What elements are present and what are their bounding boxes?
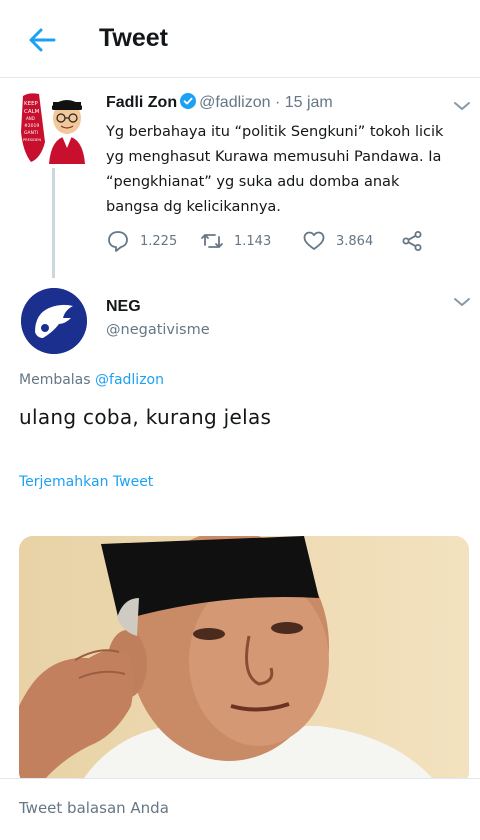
reply-composer[interactable]: Tweet balasan Anda (0, 778, 480, 840)
replying-to-mention[interactable]: @fadlizon (95, 372, 164, 388)
avatar-text-1: KEEP (24, 101, 39, 107)
tweet-actions: 1.225 1.143 3.864 (106, 228, 436, 254)
reply-input[interactable]: Tweet balasan Anda (19, 799, 169, 817)
reply-author-name[interactable]: NEG (106, 298, 141, 316)
avatar-fadli-zon[interactable]: KEEP CALM AND #2019 GANTI PRESIDEN (19, 92, 87, 164)
neg-logo-icon (21, 288, 87, 354)
heart-icon (303, 231, 325, 250)
top-bar: Tweet (0, 0, 480, 78)
avatar-text-4: #2019 (24, 123, 39, 129)
retweet-action[interactable]: 1.143 (200, 228, 271, 254)
avatar-text-3: AND (26, 116, 35, 121)
like-action[interactable]: 3.864 (302, 228, 373, 254)
thread-line (52, 168, 55, 278)
reply-tweet-text: ulang coba, kurang jelas (19, 405, 272, 429)
tweet-time: 15 jam (284, 94, 333, 111)
reply-action[interactable]: 1.225 (106, 228, 177, 254)
author-handle[interactable]: @fadlizon (199, 94, 270, 111)
translate-tweet-link[interactable]: Terjemahkan Tweet (19, 474, 153, 490)
avatar-text-5: GANTI (24, 130, 38, 136)
like-count: 3.864 (336, 233, 374, 249)
photo-image (19, 536, 469, 786)
avatar-negativisme[interactable] (21, 288, 87, 354)
page-title: Tweet (99, 24, 168, 52)
tweet-text: Yg berbahaya itu “politik Sengkuni” toko… (106, 124, 444, 215)
back-arrow-icon[interactable] (24, 22, 60, 58)
retweet-icon (201, 234, 223, 248)
tweet-photo[interactable] (19, 536, 469, 786)
retweet-count: 1.143 (234, 233, 272, 249)
share-icon (402, 231, 422, 251)
chevron-down-icon[interactable] (453, 100, 471, 112)
replying-to-line: Membalas @fadlizon (19, 372, 164, 388)
avatar-text-2: CALM (24, 109, 40, 115)
avatar-text-6: PRESIDEN (23, 138, 41, 142)
share-action[interactable] (400, 228, 434, 254)
reply-count: 1.225 (140, 233, 178, 249)
reply-author-handle[interactable]: @negativisme (106, 322, 210, 338)
dot-separator: · (274, 94, 281, 111)
reply-chevron-down-icon[interactable] (453, 296, 471, 308)
replying-prefix: Membalas (19, 372, 91, 388)
verified-badge-icon (180, 93, 197, 109)
tweet-header: Fadli Zon @fadlizon · 15 jam (106, 93, 333, 112)
author-name[interactable]: Fadli Zon (106, 94, 177, 111)
reply-icon (108, 231, 128, 252)
